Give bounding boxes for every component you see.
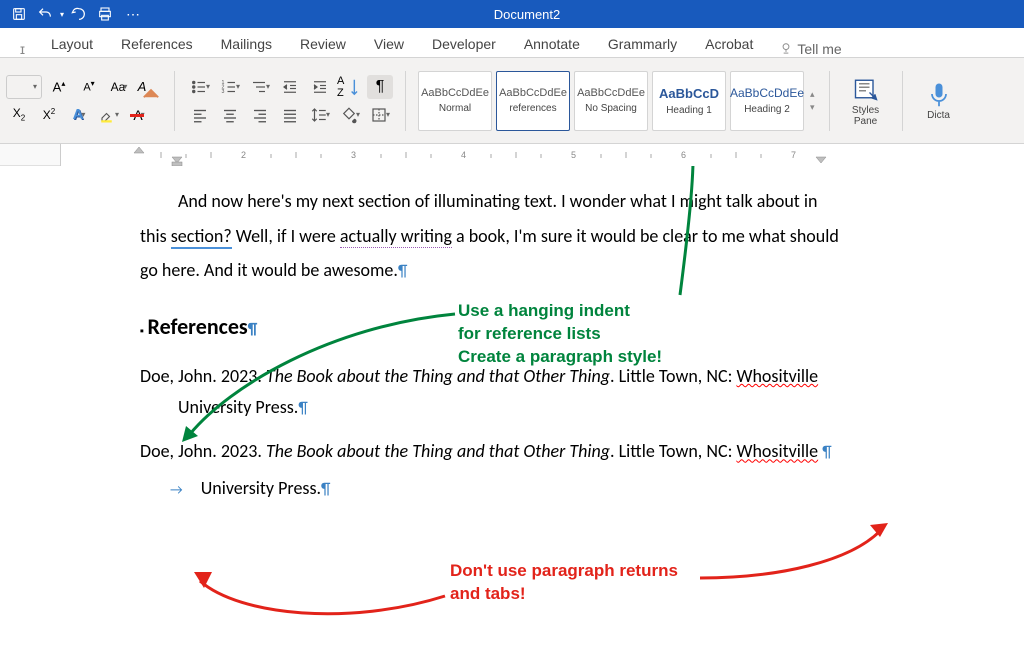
- superscript-button[interactable]: X2: [36, 103, 62, 127]
- redo-button[interactable]: [68, 3, 90, 25]
- pilcrow-icon: ¶: [822, 443, 831, 462]
- sort-button[interactable]: AZ: [337, 75, 363, 99]
- reference-continuation[interactable]: →University Press.¶: [170, 473, 880, 504]
- pilcrow-icon: ¶: [298, 399, 307, 418]
- styles-gallery: AaBbCcDdEe Normal AaBbCcDdEe references …: [418, 71, 817, 131]
- multilevel-list-button[interactable]: ▾: [247, 75, 273, 99]
- tab-review[interactable]: Review: [298, 31, 348, 57]
- line-spacing-button[interactable]: ▾: [307, 103, 333, 127]
- styles-gallery-scroll[interactable]: ▴ ▾: [808, 71, 817, 131]
- separator: [829, 71, 830, 131]
- tab-annotate[interactable]: Annotate: [522, 31, 582, 57]
- svg-text:5: 5: [571, 150, 576, 160]
- tab-references[interactable]: References: [119, 31, 195, 57]
- svg-text:7: 7: [791, 150, 796, 160]
- save-button[interactable]: [8, 3, 30, 25]
- tab-developer[interactable]: Developer: [430, 31, 498, 57]
- svg-text:6: 6: [681, 150, 686, 160]
- chevron-down-icon[interactable]: ▾: [60, 10, 64, 19]
- reference-entry-wrong[interactable]: Doe, John. 2023. The Book about the Thin…: [140, 436, 880, 467]
- align-right-button[interactable]: [247, 103, 273, 127]
- font-color-button[interactable]: A▾: [126, 103, 152, 127]
- bullets-button[interactable]: ▾: [187, 75, 213, 99]
- dictate-button[interactable]: Dicta: [915, 68, 963, 134]
- text-effects-button[interactable]: A▾: [66, 103, 92, 127]
- svg-text:2: 2: [241, 150, 246, 160]
- align-center-button[interactable]: [217, 103, 243, 127]
- style-normal[interactable]: AaBbCcDdEe Normal: [418, 71, 492, 131]
- document-title: Document2: [150, 7, 904, 22]
- tab-acrobat[interactable]: Acrobat: [703, 31, 755, 57]
- decrease-indent-button[interactable]: [277, 75, 303, 99]
- paragraph-group: ▾ 123▾ ▾ AZ ¶ ▾ ▾ ▾: [187, 75, 393, 127]
- print-button[interactable]: [94, 3, 116, 25]
- subscript-button[interactable]: X2: [6, 103, 32, 127]
- svg-text:3: 3: [351, 150, 356, 160]
- body-paragraph[interactable]: And now here's my next section of illumi…: [140, 186, 880, 217]
- pilcrow-icon: ¶: [248, 320, 258, 339]
- styles-pane-label: StylesPane: [852, 105, 879, 127]
- font-size-combo[interactable]: ▾: [6, 75, 42, 99]
- svg-text:3: 3: [221, 89, 224, 95]
- annotation-red: Don't use paragraph returns and tabs!: [450, 560, 678, 606]
- numbering-button[interactable]: 123▾: [217, 75, 243, 99]
- ribbon: ▾ A▴ A▾ Aa▾ A X2 X2 A▾ ▾ A▾ ▾ 123▾ ▾ AZ …: [0, 58, 1024, 144]
- font-group: ▾ A▴ A▾ Aa▾ A X2 X2 A▾ ▾ A▾: [6, 75, 162, 127]
- increase-font-button[interactable]: A▴: [46, 75, 72, 99]
- indent-markers: [134, 147, 826, 166]
- title-bar: ▾ ⋯ Document2: [0, 0, 1024, 28]
- tab-view[interactable]: View: [372, 31, 406, 57]
- styles-pane-button[interactable]: StylesPane: [842, 68, 890, 134]
- tab-grammarly[interactable]: Grammarly: [606, 31, 679, 57]
- style-no-spacing[interactable]: AaBbCcDdEe No Spacing: [574, 71, 648, 131]
- ribbon-tabs: ɪ Layout References Mailings Review View…: [0, 28, 1024, 58]
- pilcrow-icon: ¶: [398, 262, 407, 281]
- clear-formatting-button[interactable]: A: [136, 75, 162, 99]
- borders-button[interactable]: ▾: [367, 103, 393, 127]
- tab-arrow-icon: →: [170, 481, 183, 498]
- style-heading-2[interactable]: AaBbCcDdEe Heading 2: [730, 71, 804, 131]
- more-commands-icon[interactable]: ⋯: [120, 6, 142, 23]
- reference-entry[interactable]: Doe, John. 2023. The Book about the Thin…: [140, 361, 880, 422]
- change-case-button[interactable]: Aa▾: [106, 75, 132, 99]
- separator: [902, 71, 903, 131]
- ruler[interactable]: 2 3 4 5 6 7: [0, 144, 1024, 166]
- separator: [174, 71, 175, 131]
- document-area[interactable]: And now here's my next section of illumi…: [0, 166, 1024, 656]
- body-paragraph[interactable]: this section? Well, if I were actually w…: [140, 221, 880, 252]
- increase-indent-button[interactable]: [307, 75, 333, 99]
- tab-truncated[interactable]: ɪ: [20, 41, 25, 57]
- show-hide-marks-button[interactable]: ¶: [367, 75, 393, 99]
- separator: [405, 71, 406, 131]
- align-left-button[interactable]: [187, 103, 213, 127]
- pilcrow-icon: ¶: [321, 480, 330, 499]
- justify-button[interactable]: [277, 103, 303, 127]
- svg-text:4: 4: [461, 150, 466, 160]
- tab-layout[interactable]: Layout: [49, 31, 95, 57]
- quick-access-toolbar: ▾ ⋯: [0, 3, 150, 25]
- style-heading-1[interactable]: AaBbCcD Heading 1: [652, 71, 726, 131]
- shading-button[interactable]: ▾: [337, 103, 363, 127]
- style-references[interactable]: AaBbCcDdEe references: [496, 71, 570, 131]
- undo-button[interactable]: [34, 3, 56, 25]
- body-paragraph[interactable]: go here. And it would be awesome.¶: [140, 255, 880, 286]
- tab-mailings[interactable]: Mailings: [219, 31, 274, 57]
- decrease-font-button[interactable]: A▾: [76, 75, 102, 99]
- annotation-green: Use a hanging indent for reference lists…: [458, 300, 662, 369]
- tell-me[interactable]: Tell me: [779, 41, 841, 57]
- highlight-button[interactable]: ▾: [96, 103, 122, 127]
